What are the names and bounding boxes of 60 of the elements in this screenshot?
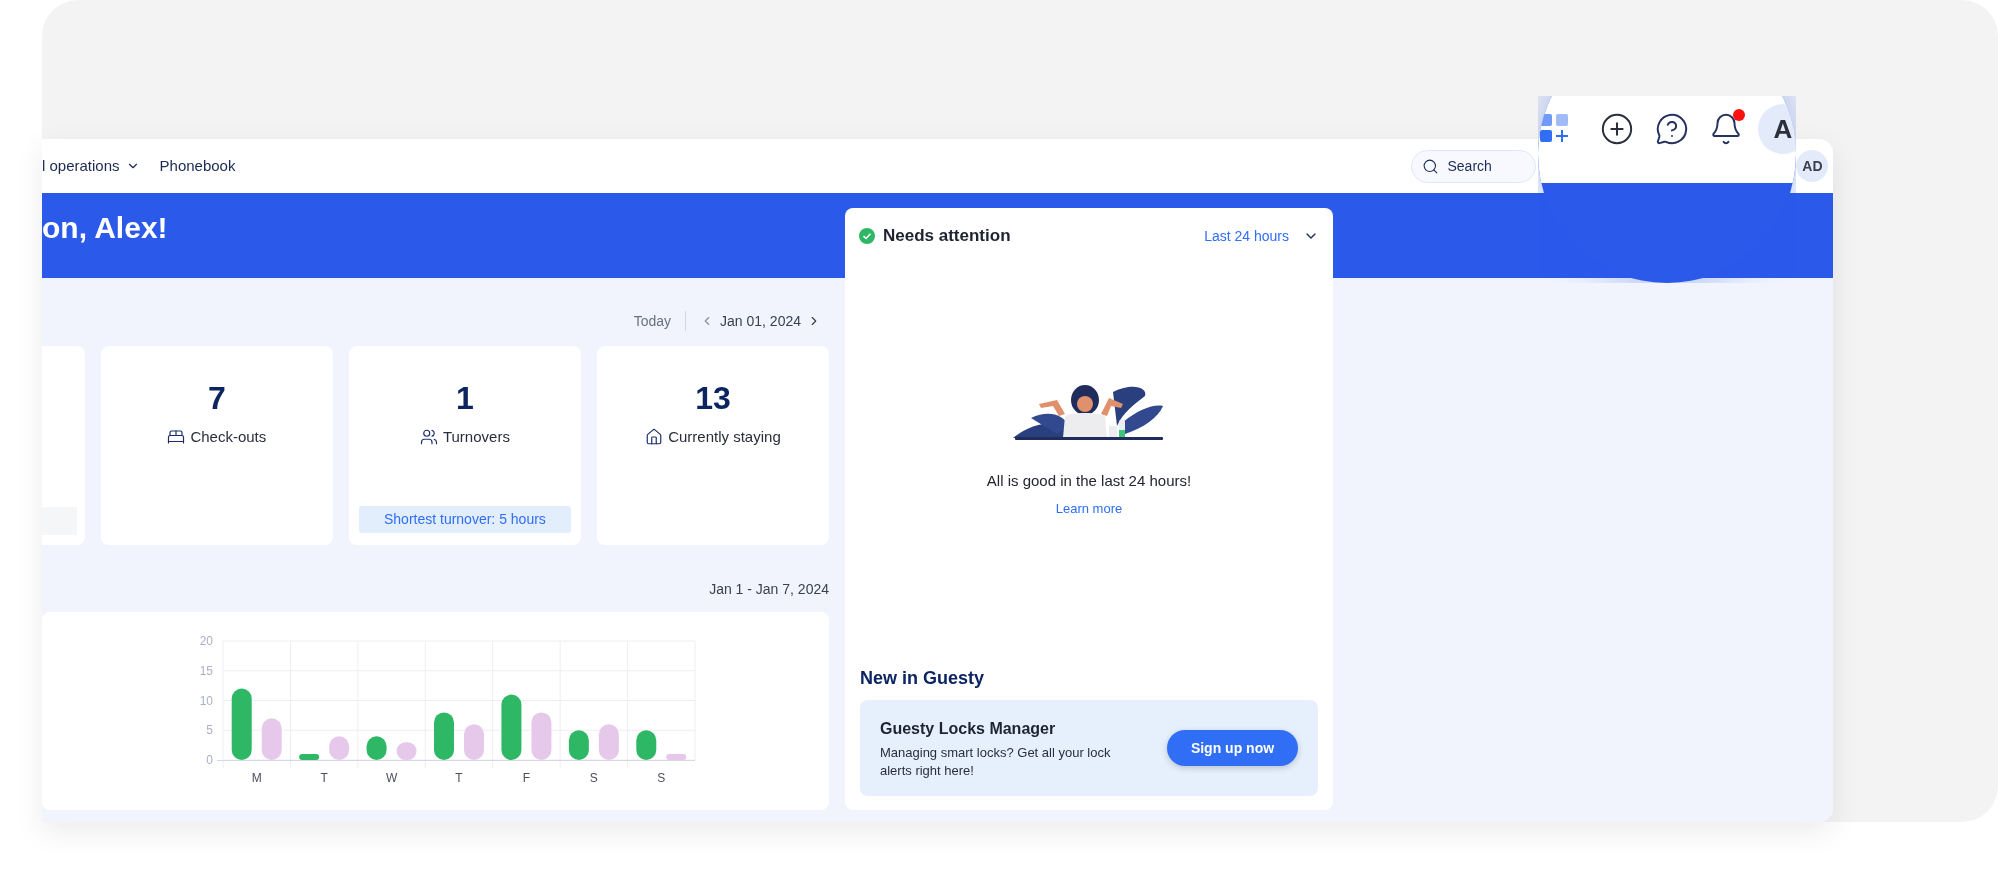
panel-title: Needs attention xyxy=(883,225,1011,248)
tick-label: 20 xyxy=(199,634,213,648)
tick-label: M xyxy=(251,771,262,785)
bed-icon xyxy=(167,428,186,447)
tick-label: S xyxy=(657,771,666,785)
bar xyxy=(434,712,454,760)
promo-title: Guesty Locks Manager xyxy=(880,718,1057,739)
bar xyxy=(366,736,387,760)
tick-label: T xyxy=(455,771,463,785)
nav-link[interactable]: Phonebook xyxy=(159,154,236,178)
tick-label: W xyxy=(385,771,398,785)
date-range: Jan 1 - Jan 7, 2024 xyxy=(709,580,829,599)
tick-label: 15 xyxy=(199,663,213,678)
bar xyxy=(299,754,320,760)
stat-value: 13 xyxy=(695,382,731,414)
bar xyxy=(531,712,552,760)
tick-label: T xyxy=(320,771,328,785)
status-message: All is good in the last 24 hours! xyxy=(986,471,1192,491)
stat-label: Currently staying xyxy=(668,427,781,447)
bar xyxy=(261,718,282,760)
promo-text: Managing smart locks? Get all your lock alerts right here! xyxy=(880,743,1112,780)
tick-label: 5 xyxy=(206,723,213,738)
tick-label: 0 xyxy=(206,753,213,767)
search-bar[interactable]: Search xyxy=(1411,149,1537,183)
bell-icon[interactable] xyxy=(1709,112,1743,146)
bar xyxy=(396,742,417,760)
bar xyxy=(464,724,484,760)
user-avatar[interactable]: A xyxy=(1758,104,1796,154)
add-icon[interactable] xyxy=(1600,112,1634,146)
sign-up-button[interactable]: Sign up now xyxy=(1167,730,1298,766)
nav-link[interactable]: l operations xyxy=(42,154,140,178)
date-label: Jan 01, 2024 xyxy=(720,311,801,331)
stat-value: 1 xyxy=(456,382,474,414)
learn-more-link[interactable]: Learn more xyxy=(1055,498,1123,518)
greeting-title: on, Alex! xyxy=(42,210,168,246)
stat-label: Check-outs xyxy=(190,427,267,447)
bar xyxy=(231,688,252,760)
stat-value: 7 xyxy=(207,382,226,414)
search-input[interactable]: Search xyxy=(1447,155,1518,177)
bar xyxy=(568,730,589,760)
apps-plus-icon[interactable] xyxy=(1540,114,1570,144)
tick-label: S xyxy=(589,771,598,785)
house-icon xyxy=(645,428,664,447)
tick-label: F xyxy=(522,771,531,785)
search-icon xyxy=(1422,157,1440,175)
people-icon xyxy=(419,428,438,447)
user-avatar[interactable]: AD xyxy=(1796,150,1829,182)
today-link[interactable]: Today xyxy=(633,310,672,332)
tick-label: 10 xyxy=(199,693,213,708)
check-circle-icon xyxy=(859,228,875,244)
period-dropdown[interactable]: Last 24 hours xyxy=(1204,225,1319,247)
bar xyxy=(501,694,522,760)
bar xyxy=(666,754,687,760)
bar xyxy=(329,736,350,760)
stat-note: Shortest turnover: 5 hours xyxy=(358,506,571,533)
bar xyxy=(598,724,619,760)
bar xyxy=(636,730,657,760)
stat-label: Turnovers xyxy=(442,427,510,447)
section-title: New in Guesty xyxy=(860,667,985,690)
help-icon[interactable] xyxy=(1655,112,1689,146)
